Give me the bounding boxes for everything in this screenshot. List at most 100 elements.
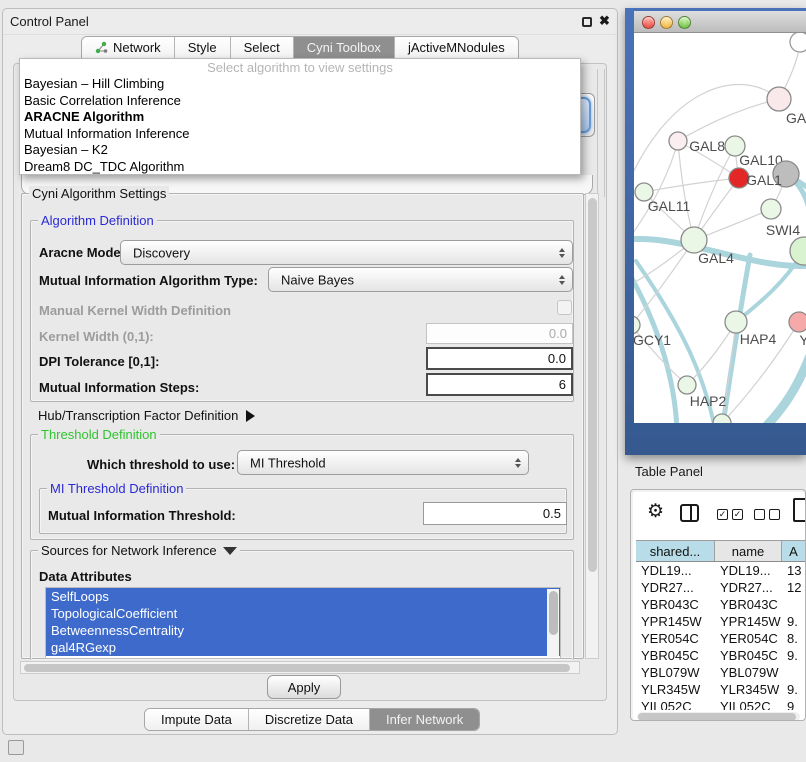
network-window-titlebar[interactable] <box>634 11 806 33</box>
mac-close-icon[interactable] <box>642 16 655 29</box>
table-row[interactable]: YIL052CYIL052C9 <box>636 698 806 710</box>
popup-item[interactable]: Dream8 DC_TDC Algorithm <box>20 159 580 176</box>
algorithm-dropdown-popup: Select algorithm to view settings Bayesi… <box>19 58 581 175</box>
dpi-tolerance-label: DPI Tolerance [0,1]: <box>39 354 159 369</box>
mi-threshold-input[interactable]: 0.5 <box>423 502 567 525</box>
manual-kernel-label: Manual Kernel Width Definition <box>39 303 231 318</box>
mi-type-combo[interactable]: Naive Bayes <box>268 267 573 292</box>
popup-item[interactable]: Mutual Information Inference <box>20 126 580 143</box>
threshold-definition-group: Threshold Definition Which threshold to … <box>30 434 574 540</box>
table-row[interactable]: YBL079WYBL079W <box>636 664 806 681</box>
node-hap4[interactable] <box>725 311 747 333</box>
settings-hscroll-thumb[interactable] <box>24 664 570 672</box>
sources-group: Sources for Network Inference Data Attri… <box>30 550 574 660</box>
tab-jactivemnodules[interactable]: jActiveMNodules <box>395 37 518 58</box>
close-icon[interactable]: ✖ <box>599 13 610 29</box>
deselect-all-columns-icon[interactable] <box>754 509 780 520</box>
gear-icon[interactable]: ⚙ <box>647 501 664 523</box>
tab-style[interactable]: Style <box>175 37 231 58</box>
manual-kernel-checkbox[interactable] <box>557 300 572 315</box>
node-hap2[interactable] <box>678 376 696 394</box>
node-gal80[interactable] <box>669 132 687 150</box>
table-row[interactable]: YER054CYER054C8. <box>636 630 806 647</box>
collapsed-panel-icon[interactable] <box>8 740 24 755</box>
tab-network[interactable]: Network <box>82 37 175 58</box>
table-panel-window: ⚙ ✓✓ shared...nameA YDL19...YDL19...13YD… <box>630 489 806 721</box>
bottom-tabstrip: Impute DataDiscretize DataInfer Network <box>144 708 480 731</box>
settings-vertical-scrollbar[interactable] <box>585 193 599 659</box>
attribute-item[interactable]: gal4RGexp <box>46 639 560 656</box>
tab-cyni-toolbox[interactable]: Cyni Toolbox <box>294 37 395 58</box>
list-scrollbar-thumb[interactable] <box>549 591 558 635</box>
table-row[interactable]: YBR043CYBR043C <box>636 596 806 613</box>
node-unlabeled-top[interactable] <box>790 33 806 52</box>
column-header[interactable]: shared... <box>636 541 715 561</box>
mi-type-label: Mutual Information Algorithm Type: <box>39 273 258 288</box>
node-gal1[interactable] <box>761 199 781 219</box>
tab-label: Network <box>113 40 161 55</box>
list-scrollbar[interactable] <box>547 589 559 657</box>
float-window-icon[interactable] <box>582 17 592 27</box>
network-edge[interactable] <box>644 178 739 192</box>
mi-type-value: Naive Bayes <box>281 272 354 287</box>
table-horizontal-scrollbar[interactable] <box>637 712 800 721</box>
table-row[interactable]: YDL19...YDL19...13 <box>636 562 806 579</box>
popup-item[interactable]: ARACNE Algorithm <box>20 109 580 126</box>
attribute-item[interactable]: BetweennessCentrality <box>46 622 560 639</box>
node-pink-right[interactable] <box>789 312 806 332</box>
bottom-tab-discretize-data[interactable]: Discretize Data <box>249 709 370 730</box>
table-hscroll-thumb[interactable] <box>638 713 796 721</box>
table-row[interactable]: YLR345WYLR345W9. <box>636 681 806 698</box>
node-table: shared...nameA YDL19...YDL19...13YDR27..… <box>636 540 806 710</box>
mac-zoom-icon[interactable] <box>678 16 691 29</box>
column-header[interactable]: name <box>715 541 782 561</box>
node-swi4[interactable] <box>790 237 806 265</box>
which-threshold-value: MI Threshold <box>250 455 326 470</box>
popup-item[interactable]: Bayesian – Hill Climbing <box>20 76 580 93</box>
aracne-mode-combo[interactable]: Discovery <box>120 240 573 265</box>
table-cell <box>782 596 806 613</box>
table-panel-title: Table Panel <box>635 464 703 479</box>
node-pink-right-label: Y <box>799 332 806 348</box>
mac-minimize-icon[interactable] <box>660 16 673 29</box>
mi-threshold-group-title: MI Threshold Definition <box>47 481 186 496</box>
export-table-icon[interactable] <box>793 498 806 522</box>
network-edge[interactable] <box>678 141 694 240</box>
column-header[interactable]: A <box>782 541 806 561</box>
table-cell: YBR043C <box>715 596 782 613</box>
aracne-mode-value: Discovery <box>133 245 190 260</box>
network-edge[interactable] <box>634 240 694 325</box>
node-gcy1-label: GCY1 <box>634 332 671 348</box>
select-all-columns-icon[interactable]: ✓✓ <box>717 509 743 520</box>
node-gal-cut-label: GAL <box>786 110 806 126</box>
attribute-item[interactable]: TopologicalCoefficient <box>46 605 560 622</box>
data-attributes-list[interactable]: SelfLoopsTopologicalCoefficientBetweenne… <box>45 587 561 659</box>
tab-select[interactable]: Select <box>231 37 294 58</box>
node-swi4-label: SWI4 <box>766 222 800 238</box>
table-cell: YBR045C <box>636 647 715 664</box>
settings-vscroll-thumb[interactable] <box>588 198 597 572</box>
settings-horizontal-scrollbar[interactable] <box>20 661 580 674</box>
popup-item[interactable]: Basic Correlation Inference <box>20 93 580 110</box>
which-threshold-combo[interactable]: MI Threshold <box>237 450 529 475</box>
apply-button[interactable]: Apply <box>267 675 341 699</box>
network-edge[interactable] <box>678 99 779 141</box>
bottom-tab-infer-network[interactable]: Infer Network <box>370 709 479 730</box>
cyni-algorithm-settings-group: Cyni Algorithm Settings Algorithm Defini… <box>21 193 584 659</box>
table-panel-inner: ⚙ ✓✓ shared...nameA YDL19...YDL19...13YD… <box>633 492 805 720</box>
hub-definition-toggle[interactable]: Hub/Transcription Factor Definition <box>38 408 255 423</box>
table-row[interactable]: YBR045CYBR045C9. <box>636 647 806 664</box>
columns-icon[interactable] <box>680 504 699 522</box>
popup-item[interactable]: Bayesian – K2 <box>20 142 580 159</box>
attribute-item[interactable]: SelfLoops <box>46 588 560 605</box>
mi-steps-input[interactable]: 6 <box>426 373 573 396</box>
table-row[interactable]: YPR145WYPR145W9. <box>636 613 806 630</box>
network-tab-icon <box>95 41 108 54</box>
node-gal-cut[interactable] <box>767 87 791 111</box>
which-threshold-label: Which threshold to use: <box>87 457 235 472</box>
network-canvas[interactable]: GALGAL80GAL10GAL11GAL1GAL4SWI4GCY1HAP4YH… <box>634 33 806 423</box>
aracne-mode-label: Aracne Mode: <box>39 245 125 260</box>
table-row[interactable]: YDR27...YDR27...12 <box>636 579 806 596</box>
dpi-tolerance-input[interactable]: 0.0 <box>426 347 573 370</box>
bottom-tab-impute-data[interactable]: Impute Data <box>145 709 249 730</box>
